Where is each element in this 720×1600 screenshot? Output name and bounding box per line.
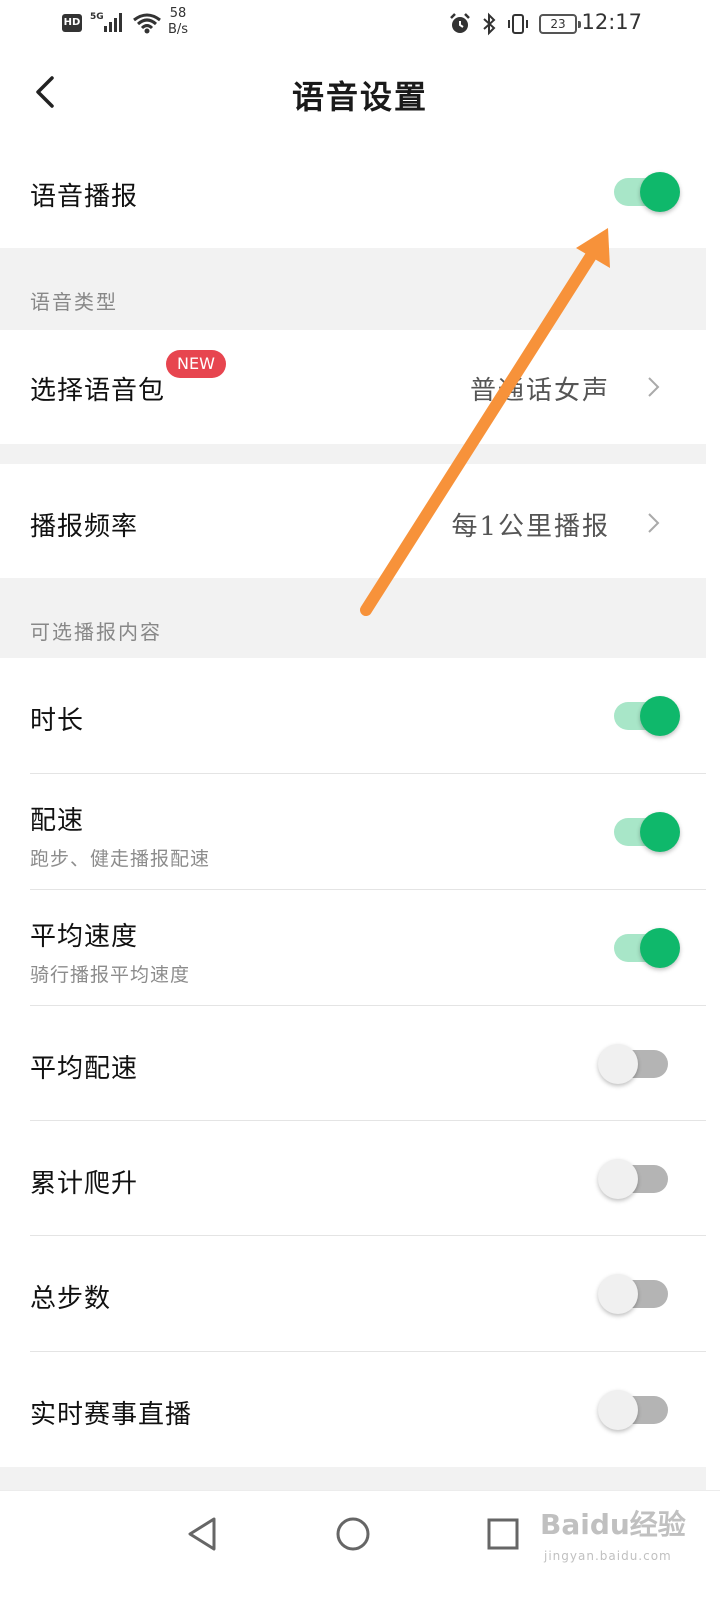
voice-broadcast-label: 语音播报 xyxy=(30,182,139,212)
pace-toggle[interactable] xyxy=(614,810,684,854)
option-label: 累计爬升 xyxy=(30,1169,139,1199)
section-voice-type: 语音类型 xyxy=(0,248,706,330)
hd-indicator: HD xyxy=(62,14,82,32)
option-row-avg-speed: 平均速度 骑行播报平均速度 xyxy=(0,890,706,1005)
option-row-live-race: 实时赛事直播 xyxy=(0,1352,706,1467)
status-bar: HD 5G 58 B/s 23 12:17 xyxy=(0,0,720,48)
vibrate-icon xyxy=(508,14,528,34)
option-label: 平均配速 xyxy=(30,1054,139,1084)
steps-toggle[interactable] xyxy=(598,1272,668,1316)
watermark-logo: Baidu经验 xyxy=(540,1508,686,1541)
section-title: 语音类型 xyxy=(30,290,118,314)
option-row-avg-pace: 平均配速 xyxy=(0,1006,706,1121)
svg-text:5G: 5G xyxy=(90,12,104,22)
voice-pack-label: 选择语音包 xyxy=(30,376,166,406)
watermark-url: jingyan.baidu.com xyxy=(544,1549,672,1563)
section-spacer xyxy=(0,444,706,464)
wifi-icon xyxy=(133,13,161,34)
option-row-pace: 配速 跑步、健走播报配速 xyxy=(0,774,706,889)
clock: 12:17 xyxy=(581,10,642,34)
option-sublabel: 骑行播报平均速度 xyxy=(30,964,191,986)
app-header: 语音设置 xyxy=(0,48,720,136)
battery-icon: 23 xyxy=(539,14,581,34)
option-row-steps: 总步数 xyxy=(0,1236,706,1351)
option-row-climb: 累计爬升 xyxy=(0,1121,706,1236)
live-race-toggle[interactable] xyxy=(598,1388,668,1432)
square-recents-icon[interactable] xyxy=(478,1509,528,1559)
voice-pack-row[interactable]: 选择语音包 普通话女声 xyxy=(0,330,706,444)
voice-pack-value: 普通话女声 xyxy=(469,376,610,406)
option-row-duration: 时长 xyxy=(0,658,706,773)
option-label: 配速 xyxy=(30,806,85,836)
duration-toggle[interactable] xyxy=(614,694,684,738)
section-optional-content: 可选播报内容 xyxy=(0,578,706,658)
frequency-value: 每1公里播报 xyxy=(451,512,610,542)
option-sublabel: 跑步、健走播报配速 xyxy=(30,848,211,870)
frequency-row[interactable]: 播报频率 每1公里播报 xyxy=(0,464,706,578)
climb-toggle[interactable] xyxy=(598,1157,668,1201)
signal-icon: 5G xyxy=(90,12,122,32)
option-label: 实时赛事直播 xyxy=(30,1400,193,1430)
new-badge: NEW xyxy=(166,350,226,378)
triangle-back-icon[interactable] xyxy=(178,1509,228,1559)
frequency-label: 播报频率 xyxy=(30,512,139,542)
page-title: 语音设置 xyxy=(291,78,428,116)
voice-broadcast-toggle[interactable] xyxy=(614,170,684,214)
option-label: 时长 xyxy=(30,706,85,736)
bluetooth-icon xyxy=(483,12,496,36)
option-label: 总步数 xyxy=(30,1284,112,1314)
avg-speed-toggle[interactable] xyxy=(614,926,684,970)
section-spacer xyxy=(0,1467,706,1490)
baidu-watermark: Baidu经验 jingyan.baidu.com xyxy=(540,1495,720,1575)
section-title: 可选播报内容 xyxy=(30,620,162,644)
chevron-right-icon xyxy=(648,513,660,533)
avg-pace-toggle[interactable] xyxy=(598,1042,668,1086)
network-speed: 58 B/s xyxy=(168,6,189,37)
voice-broadcast-row: 语音播报 xyxy=(0,136,706,248)
circle-home-icon[interactable] xyxy=(328,1509,378,1559)
chevron-right-icon xyxy=(648,377,660,397)
alarm-icon xyxy=(450,13,470,33)
option-label: 平均速度 xyxy=(30,922,139,952)
